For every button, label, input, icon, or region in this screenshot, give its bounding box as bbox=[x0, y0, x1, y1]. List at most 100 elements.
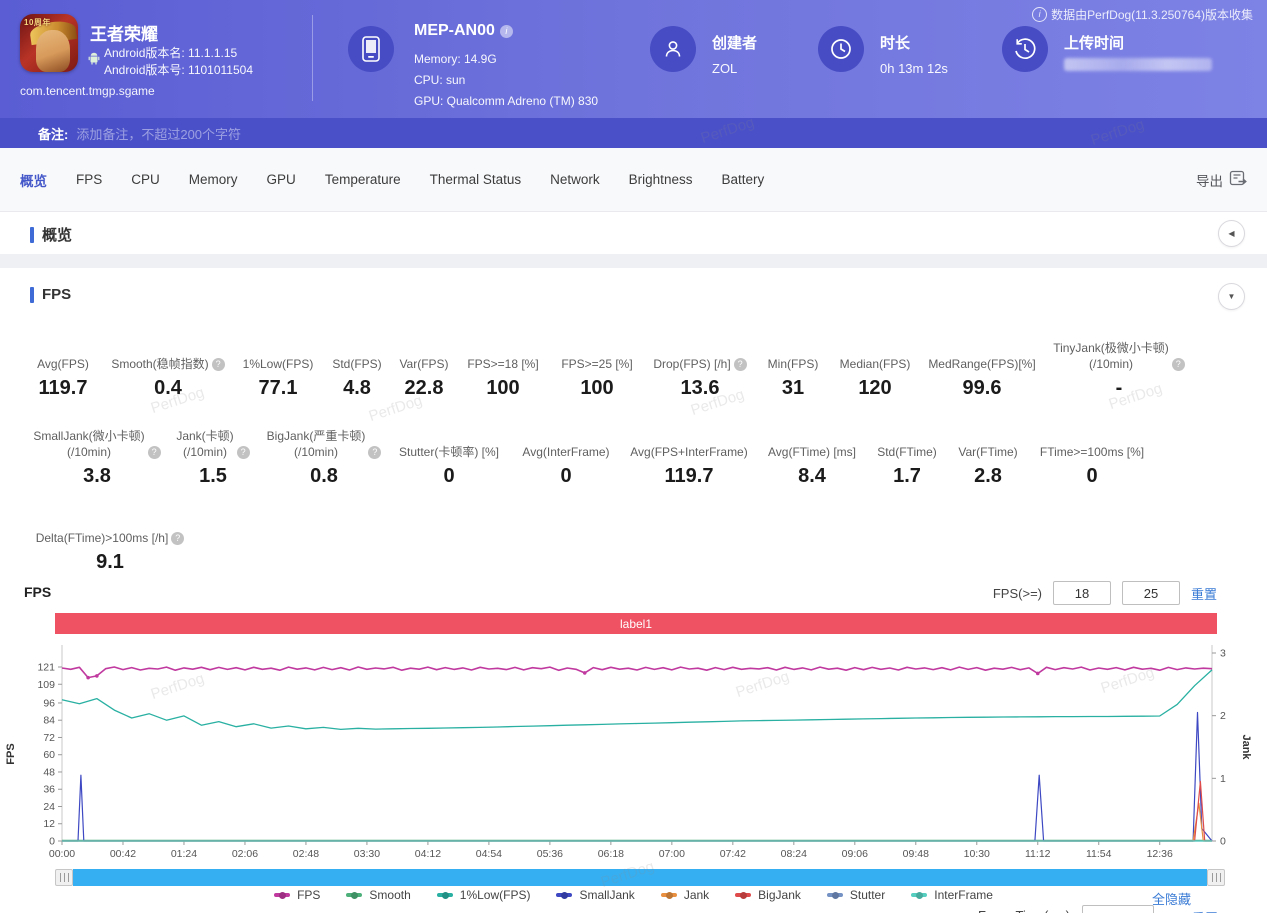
svg-text:0: 0 bbox=[1220, 836, 1226, 848]
device-info-icon[interactable]: i bbox=[500, 25, 513, 38]
tab-Battery[interactable]: Battery bbox=[721, 172, 764, 187]
scrollbar-track[interactable] bbox=[73, 869, 1207, 886]
tab-Thermal Status[interactable]: Thermal Status bbox=[430, 172, 522, 187]
stat-label: Std(FPS) bbox=[332, 356, 381, 372]
stat-value: 119.7 bbox=[630, 465, 748, 488]
stat-label: Std(FTime) bbox=[877, 444, 937, 460]
export-label: 导出 bbox=[1196, 170, 1223, 190]
stat-value: 100 bbox=[546, 377, 648, 400]
frametime-reset-link[interactable]: 重置 bbox=[1192, 908, 1218, 913]
info-icon: i bbox=[1032, 7, 1047, 22]
legend-label: Jank bbox=[684, 888, 709, 902]
app-icon: 10周年 bbox=[20, 14, 78, 72]
stat-value: 100 bbox=[460, 377, 546, 400]
stat-label: Min(FPS) bbox=[768, 356, 819, 372]
legend-swatch bbox=[735, 893, 751, 897]
export-button[interactable]: 导出 bbox=[1196, 170, 1247, 190]
svg-text:09:48: 09:48 bbox=[903, 848, 929, 860]
legend-label: Stutter bbox=[850, 888, 885, 902]
info-icon[interactable]: ? bbox=[368, 446, 381, 459]
stat-cell: Stutter(卡顿率) [%]0 bbox=[396, 424, 502, 488]
svg-text:12:36: 12:36 bbox=[1147, 848, 1173, 860]
stat-cell: FPS>=25 [%]100 bbox=[546, 336, 648, 400]
note-bar[interactable]: 备注: 添加备注，不超过200个字符 bbox=[0, 118, 1267, 148]
duration-value: 0h 13m 12s bbox=[880, 61, 948, 76]
fps-threshold-reset-link[interactable]: 重置 bbox=[1191, 584, 1217, 603]
stat-cell: Delta(FTime)>100ms [/h]?9.1 bbox=[20, 510, 200, 574]
scrollbar-right-handle[interactable] bbox=[1207, 869, 1225, 886]
section-accent-bar bbox=[30, 227, 34, 243]
fps-section-title: FPS bbox=[30, 286, 71, 303]
svg-text:11:12: 11:12 bbox=[1025, 848, 1051, 860]
stat-value: 2.8 bbox=[938, 465, 1038, 488]
fps-threshold-min-input[interactable] bbox=[1053, 581, 1111, 605]
fps-threshold-label: FPS(>=) bbox=[993, 586, 1042, 601]
info-icon[interactable]: ? bbox=[148, 446, 161, 459]
legend-item-Stutter[interactable]: Stutter bbox=[827, 888, 885, 902]
svg-text:00:00: 00:00 bbox=[49, 848, 75, 860]
creator-label: 创建者 bbox=[712, 32, 757, 53]
stat-cell: Avg(InterFrame)0 bbox=[502, 424, 630, 488]
android-icon bbox=[88, 52, 100, 70]
scrollbar-left-handle[interactable] bbox=[55, 869, 73, 886]
fps-collapse-button[interactable]: ▼ bbox=[1218, 283, 1245, 310]
svg-text:02:06: 02:06 bbox=[232, 848, 258, 860]
stat-cell: BigJank(严重卡顿) (/10min)?0.8 bbox=[252, 424, 396, 488]
info-icon[interactable]: ? bbox=[237, 446, 250, 459]
legend-label: InterFrame bbox=[934, 888, 993, 902]
legend-item-InterFrame[interactable]: InterFrame bbox=[911, 888, 993, 902]
stat-label: FPS>=18 [%] bbox=[467, 356, 538, 372]
series-1%Low(FPS) bbox=[62, 670, 1212, 730]
stat-value: 0 bbox=[502, 465, 630, 488]
stat-label: 1%Low(FPS) bbox=[243, 356, 314, 372]
stat-label: Var(FPS) bbox=[399, 356, 448, 372]
hide-all-link[interactable]: 全隐藏 bbox=[1152, 889, 1191, 908]
info-icon[interactable]: ? bbox=[734, 358, 747, 371]
legend-item-SmallJank[interactable]: SmallJank bbox=[556, 888, 634, 902]
clock-icon bbox=[818, 26, 864, 72]
note-placeholder: 添加备注，不超过200个字符 bbox=[76, 124, 241, 143]
legend-item-Jank[interactable]: Jank bbox=[661, 888, 709, 902]
note-label: 备注: bbox=[38, 124, 68, 143]
info-icon[interactable]: ? bbox=[171, 532, 184, 545]
chart-legend: FPS Smooth 1%Low(FPS) SmallJank Jank BigJank S… bbox=[0, 888, 1267, 902]
tab-Temperature[interactable]: Temperature bbox=[325, 172, 401, 187]
stat-label: Avg(FTime) [ms] bbox=[768, 444, 856, 460]
fps-threshold-max-input[interactable] bbox=[1122, 581, 1180, 605]
export-icon bbox=[1229, 170, 1247, 189]
stat-cell: Jank(卡顿) (/10min)?1.5 bbox=[174, 424, 252, 488]
stat-cell: FTime>=100ms [%]0 bbox=[1038, 424, 1146, 488]
tab-Brightness[interactable]: Brightness bbox=[629, 172, 693, 187]
tab-概览[interactable]: 概览 bbox=[20, 170, 47, 190]
tab-GPU[interactable]: GPU bbox=[267, 172, 296, 187]
stat-value: 119.7 bbox=[20, 377, 106, 400]
tab-Network[interactable]: Network bbox=[550, 172, 600, 187]
svg-text:Jank: Jank bbox=[1240, 734, 1252, 760]
overview-collapse-button[interactable]: ◀ bbox=[1218, 220, 1245, 247]
history-clock-icon bbox=[1002, 26, 1048, 72]
fps-chart[interactable]: 01224364860728496109121012300:0000:4201:… bbox=[0, 637, 1267, 869]
stat-value: 22.8 bbox=[388, 377, 460, 400]
legend-item-FPS[interactable]: FPS bbox=[274, 888, 320, 902]
frametime-input[interactable] bbox=[1082, 905, 1154, 913]
tab-Memory[interactable]: Memory bbox=[189, 172, 238, 187]
svg-text:109: 109 bbox=[37, 679, 55, 691]
info-icon[interactable]: ? bbox=[212, 358, 225, 371]
stat-cell: Var(FTime)2.8 bbox=[938, 424, 1038, 488]
svg-text:60: 60 bbox=[43, 749, 55, 761]
device-model: MEP-AN00 i bbox=[414, 22, 513, 40]
legend-item-1%Low(FPS)[interactable]: 1%Low(FPS) bbox=[437, 888, 531, 902]
upload-label: 上传时间 bbox=[1064, 32, 1124, 53]
stat-label: Delta(FTime)>100ms [/h] bbox=[36, 530, 169, 546]
legend-item-BigJank[interactable]: BigJank bbox=[735, 888, 801, 902]
svg-text:07:42: 07:42 bbox=[720, 848, 746, 860]
stat-cell: Drop(FPS) [/h]?13.6 bbox=[648, 336, 752, 400]
app-icon-badge: 10周年 bbox=[24, 17, 51, 28]
stat-value: 13.6 bbox=[648, 377, 752, 400]
info-icon[interactable]: ? bbox=[1172, 358, 1185, 371]
tab-FPS[interactable]: FPS bbox=[76, 172, 102, 187]
stat-label: MedRange(FPS)[%] bbox=[928, 356, 1035, 372]
tab-CPU[interactable]: CPU bbox=[131, 172, 160, 187]
stat-cell: Min(FPS)31 bbox=[752, 336, 834, 400]
legend-item-Smooth[interactable]: Smooth bbox=[346, 888, 410, 902]
